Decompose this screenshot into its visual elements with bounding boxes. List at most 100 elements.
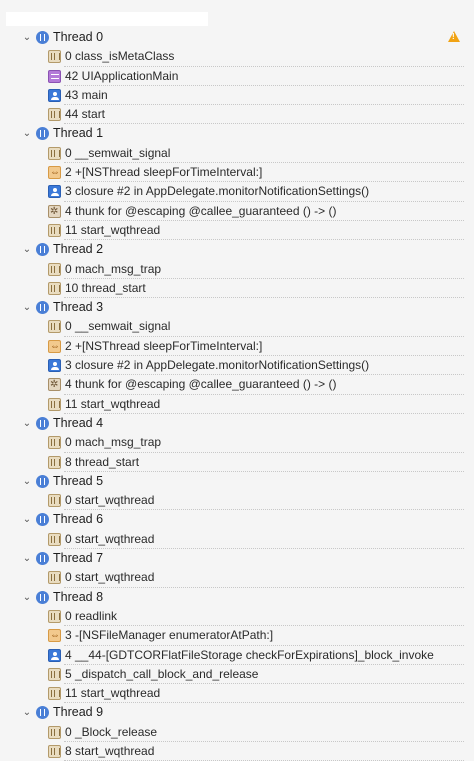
thread-label: Thread 8 (53, 589, 104, 604)
stack-frame-row[interactable]: 2 +[NSThread sleepForTimeInterval:] (0, 337, 474, 357)
thread-sys-frame-icon (48, 163, 61, 182)
stack-frame-row[interactable]: 0 __semwait_signal (0, 317, 474, 338)
stack-frame-row[interactable]: 3 closure #2 in AppDelegate.monitorNotif… (0, 182, 474, 202)
stack-frame-row[interactable]: 8 start_wqthread (0, 742, 474, 761)
library-frame-icon (48, 744, 61, 758)
thread-label: Thread 7 (53, 551, 104, 566)
stack-frame-label: 4 thunk for @escaping @callee_guaranteed… (65, 203, 337, 218)
stack-frame-row[interactable]: 44 start (0, 105, 474, 125)
thread-row[interactable]: ⌄ Thread 9 (0, 703, 474, 722)
stack-frame-label: 2 +[NSThread sleepForTimeInterval:] (65, 338, 263, 353)
thunk-frame-icon (48, 202, 61, 221)
thread-label: Thread 9 (53, 705, 104, 720)
redacted-process-label (6, 12, 208, 26)
chevron-down-icon[interactable]: ⌄ (22, 240, 32, 259)
thread-icon (36, 416, 49, 430)
user-frame-icon (48, 359, 61, 373)
stack-frame-row[interactable]: 0 __semwait_signal (0, 144, 474, 164)
thread-row[interactable]: ⌄ Thread 1 (0, 124, 474, 143)
stack-frame-row[interactable]: 43 main (0, 86, 474, 106)
chevron-down-icon[interactable]: ⌄ (22, 28, 32, 47)
thread-row[interactable]: ⌄ Thread 3 (0, 298, 474, 317)
thread-label: Thread 6 (53, 512, 104, 527)
stack-frame-row[interactable]: 0 readlink (0, 607, 474, 627)
stack-frame-row[interactable]: 0 class_isMetaClass (0, 47, 474, 67)
stack-frame-row[interactable]: 3 -[NSFileManager enumeratorAtPath:] (0, 626, 474, 646)
stack-frame-row[interactable]: 4 __44-[GDTCORFlatFileStorage checkForEx… (0, 646, 474, 666)
user-frame-icon (48, 88, 61, 102)
stack-frame-row[interactable]: 4 thunk for @escaping @callee_guaranteed… (0, 375, 474, 395)
library-frame-icon (48, 609, 61, 623)
chevron-down-icon[interactable]: ⌄ (22, 510, 32, 529)
stack-frame-row[interactable]: 0 start_wqthread (0, 530, 474, 550)
thread-list: ⌄ Thread 0 0 class_isMetaClass 42 UIApplica… (0, 28, 474, 761)
thread-sys-frame-icon (48, 337, 61, 356)
thread-label: Thread 3 (53, 300, 104, 315)
thread-icon (36, 590, 49, 604)
stack-frame-label: 2 +[NSThread sleepForTimeInterval:] (65, 165, 263, 180)
stack-frame-row[interactable]: 8 thread_start (0, 453, 474, 473)
thread-icon (36, 127, 49, 141)
stack-frame-label: 11 start_wqthread (65, 396, 161, 411)
thread-row[interactable]: ⌄ Thread 4 (0, 414, 474, 433)
thread-label: Thread 1 (53, 126, 104, 141)
stack-frame-row[interactable]: 11 start_wqthread (0, 684, 474, 704)
library-frame-icon (48, 494, 61, 508)
library-frame-icon (48, 108, 61, 122)
stack-frame-label: 10 thread_start (65, 280, 146, 295)
user-frame-icon (48, 185, 61, 199)
thread-row[interactable]: ⌄ Thread 2 (0, 240, 474, 259)
stack-frame-label: 44 start (65, 107, 106, 122)
thread-row[interactable]: ⌄ Thread 0 (0, 28, 474, 47)
stack-frame-row[interactable]: 11 start_wqthread (0, 395, 474, 415)
header-bar (0, 0, 474, 8)
stack-frame-row[interactable]: 11 start_wqthread (0, 221, 474, 241)
stack-frame-label: 3 -[NSFileManager enumeratorAtPath:] (65, 628, 274, 643)
library-frame-icon (48, 436, 61, 450)
stack-frame-row[interactable]: 10 thread_start (0, 279, 474, 299)
stack-frame-label: 0 _Block_release (65, 724, 158, 739)
library-frame-icon (48, 687, 61, 701)
library-frame-icon (48, 50, 61, 64)
warning-icon[interactable] (448, 31, 460, 42)
stack-frame-row[interactable]: 0 mach_msg_trap (0, 260, 474, 280)
library-frame-icon (48, 571, 61, 585)
stack-frame-label: 11 start_wqthread (65, 686, 161, 701)
thread-label: Thread 4 (53, 415, 104, 430)
stack-frame-row[interactable]: 4 thunk for @escaping @callee_guaranteed… (0, 202, 474, 222)
thread-icon (36, 513, 49, 527)
thread-row[interactable]: ⌄ Thread 8 (0, 588, 474, 607)
debug-navigator: ⌄ Thread 0 0 class_isMetaClass 42 UIApplica… (0, 0, 474, 761)
thread-icon (36, 31, 49, 44)
chevron-down-icon[interactable]: ⌄ (22, 414, 32, 433)
chevron-down-icon[interactable]: ⌄ (22, 549, 32, 568)
library-frame-icon (48, 532, 61, 546)
thread-label: Thread 0 (53, 30, 104, 44)
stack-frame-row[interactable]: 0 start_wqthread (0, 491, 474, 511)
stack-frame-row[interactable]: 0 start_wqthread (0, 568, 474, 588)
stack-frame-label: 8 thread_start (65, 454, 140, 469)
stack-frame-row[interactable]: 5 _dispatch_call_block_and_release (0, 665, 474, 685)
thread-row[interactable]: ⌄ Thread 7 (0, 549, 474, 568)
thread-row[interactable]: ⌄ Thread 5 (0, 472, 474, 491)
thread-row[interactable]: ⌄ Thread 6 (0, 510, 474, 529)
library-frame-icon (48, 725, 61, 739)
stack-frame-row[interactable]: 0 mach_msg_trap (0, 433, 474, 453)
stack-frame-row[interactable]: 42 UIApplicationMain (0, 67, 474, 87)
library-frame-icon (48, 281, 61, 295)
stack-frame-row[interactable]: 0 _Block_release (0, 723, 474, 743)
chevron-down-icon[interactable]: ⌄ (22, 124, 32, 143)
chevron-down-icon[interactable]: ⌄ (22, 472, 32, 491)
thread-icon (36, 474, 49, 488)
stack-frame-label: 43 main (65, 87, 108, 102)
stack-frame-row[interactable]: 3 closure #2 in AppDelegate.monitorNotif… (0, 356, 474, 376)
stack-frame-label: 0 start_wqthread (65, 531, 155, 546)
stack-frame-row[interactable]: 2 +[NSThread sleepForTimeInterval:] (0, 163, 474, 183)
chevron-down-icon[interactable]: ⌄ (22, 588, 32, 607)
chevron-down-icon[interactable]: ⌄ (22, 298, 32, 317)
uikit-frame-icon (48, 69, 61, 83)
library-frame-icon (48, 146, 61, 160)
user-frame-icon (48, 648, 61, 662)
thread-label: Thread 5 (53, 473, 104, 488)
chevron-down-icon[interactable]: ⌄ (22, 703, 32, 722)
